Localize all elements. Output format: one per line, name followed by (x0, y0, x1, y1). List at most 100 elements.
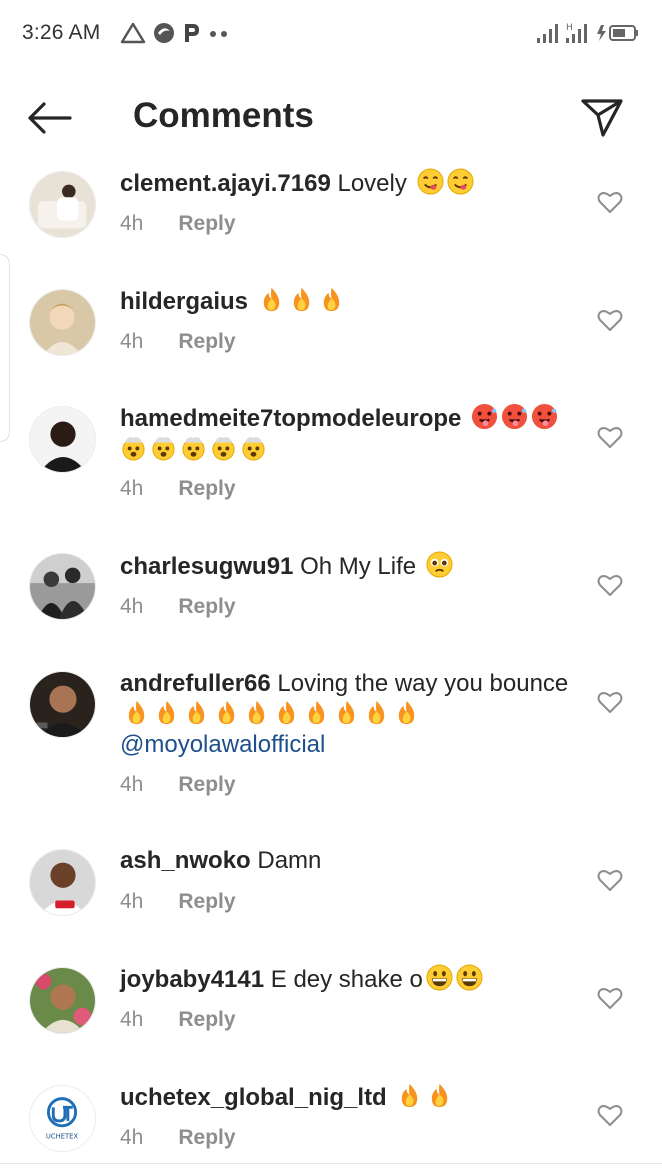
comment-message: Damn (257, 847, 322, 874)
comment-message: Oh My Life (300, 553, 417, 580)
like-heart-icon[interactable] (597, 690, 623, 714)
fire-emoji-icon (426, 1082, 453, 1109)
comment-meta: 4h Reply (120, 595, 236, 619)
comment-message: Loving the way you bounce (277, 670, 569, 697)
comment-username[interactable]: joybaby4141 (120, 966, 264, 993)
comments-header: Comments (0, 80, 662, 156)
hot-face-emoji-icon (501, 403, 528, 430)
like-heart-icon[interactable] (597, 190, 623, 214)
yum-emoji-icon (447, 168, 474, 195)
avatar[interactable]: UCHETEX (29, 1085, 96, 1152)
svg-text:H: H (566, 23, 573, 33)
svg-text:UCHETEX: UCHETEX (46, 1132, 79, 1140)
reply-button[interactable]: Reply (178, 330, 235, 354)
like-heart-icon[interactable] (597, 573, 623, 597)
reply-button[interactable]: Reply (178, 1008, 235, 1032)
like-heart-icon[interactable] (597, 425, 623, 449)
comment-meta: 4h Reply (120, 330, 236, 354)
hot-face-emoji-icon (531, 403, 558, 430)
more-dots-icon (210, 31, 227, 37)
signal-bars-icon (537, 24, 558, 43)
exploding-head-emoji-icon (240, 434, 267, 461)
fire-emoji-icon (123, 699, 150, 726)
comment-text: hildergaius (120, 286, 580, 317)
comment-message: Lovely (337, 170, 407, 197)
yum-emoji-icon (417, 168, 444, 195)
avatar[interactable] (29, 967, 96, 1034)
status-time: 3:26 AM (22, 21, 101, 44)
comment-text: hamedmeite7topmodeleurope (120, 403, 580, 465)
comment-meta: 4h Reply (120, 477, 236, 501)
like-heart-icon[interactable] (597, 1103, 623, 1127)
hot-face-emoji-icon (471, 403, 498, 430)
fire-emoji-icon (318, 286, 345, 313)
pleading-face-emoji-icon (426, 551, 453, 578)
comment-username[interactable]: uchetex_global_nig_ltd (120, 1084, 387, 1111)
grinning-face-emoji-icon (426, 964, 453, 991)
back-button[interactable] (26, 98, 76, 138)
status-system-icons: H (536, 20, 640, 46)
comment-time: 4h (120, 330, 144, 353)
fire-emoji-icon (258, 286, 285, 313)
comment-text: clement.ajayi.7169 Lovely (120, 168, 580, 199)
reply-button[interactable]: Reply (178, 1126, 235, 1150)
exploding-head-emoji-icon (120, 434, 147, 461)
comment-meta: 4h Reply (120, 1126, 236, 1150)
comment-text: ash_nwoko Damn (120, 846, 580, 876)
status-bar: 3:26 AM H (0, 0, 662, 66)
comment-meta: 4h Reply (120, 773, 236, 797)
comment-meta: 4h Reply (120, 212, 236, 236)
fire-emoji-icon (183, 699, 210, 726)
avatar[interactable] (29, 671, 96, 738)
reply-button[interactable]: Reply (178, 890, 235, 914)
speed-logo-icon (154, 23, 174, 43)
back-arrow-icon (28, 102, 72, 134)
avatar[interactable] (29, 849, 96, 916)
exploding-head-emoji-icon (210, 434, 237, 461)
like-heart-icon[interactable] (597, 308, 623, 332)
like-heart-icon[interactable] (597, 986, 623, 1010)
fire-emoji-icon (363, 699, 390, 726)
comment-meta: 4h Reply (120, 1008, 236, 1032)
comment-time: 4h (120, 1008, 144, 1031)
exploding-head-emoji-icon (180, 434, 207, 461)
reply-button[interactable]: Reply (178, 595, 235, 619)
comment-text: uchetex_global_nig_ltd (120, 1082, 580, 1113)
comment-time: 4h (120, 890, 144, 913)
parking-p-icon (185, 24, 199, 42)
signal-hd-icon: H (566, 23, 587, 43)
fire-emoji-icon (333, 699, 360, 726)
alert-triangle-icon (120, 22, 146, 44)
exploding-head-emoji-icon (150, 434, 177, 461)
reply-button[interactable]: Reply (178, 212, 235, 236)
reply-button[interactable]: Reply (178, 477, 235, 501)
side-panel-handle[interactable] (0, 254, 10, 442)
send-paper-plane-icon (581, 99, 623, 137)
avatar[interactable] (29, 289, 96, 356)
like-heart-icon[interactable] (597, 868, 623, 892)
fire-emoji-icon (273, 699, 300, 726)
grinning-face-emoji-icon (456, 964, 483, 991)
comment-username[interactable]: clement.ajayi.7169 (120, 170, 331, 197)
comment-username[interactable]: ash_nwoko (120, 847, 251, 874)
fire-emoji-icon (153, 699, 180, 726)
comment-time: 4h (120, 773, 144, 796)
comment-text: andrefuller66 Loving the way you bounce … (120, 669, 580, 760)
comment-username[interactable]: charlesugwu91 (120, 553, 293, 580)
fire-emoji-icon (393, 699, 420, 726)
reply-button[interactable]: Reply (178, 773, 235, 797)
comment-time: 4h (120, 477, 144, 500)
comment-mention-link[interactable]: @moyolawalofficial (120, 731, 325, 758)
send-button[interactable] (580, 96, 626, 140)
comment-time: 4h (120, 595, 144, 618)
comment-text: joybaby4141 E dey shake o (120, 964, 580, 995)
comment-username[interactable]: hildergaius (120, 288, 248, 315)
fire-emoji-icon (213, 699, 240, 726)
bottom-divider (0, 1163, 662, 1164)
avatar[interactable] (29, 171, 96, 238)
comment-username[interactable]: hamedmeite7topmodeleurope (120, 405, 461, 432)
comment-username[interactable]: andrefuller66 (120, 670, 271, 697)
page-title: Comments (133, 96, 314, 135)
avatar[interactable] (29, 553, 96, 620)
avatar[interactable] (29, 406, 96, 473)
